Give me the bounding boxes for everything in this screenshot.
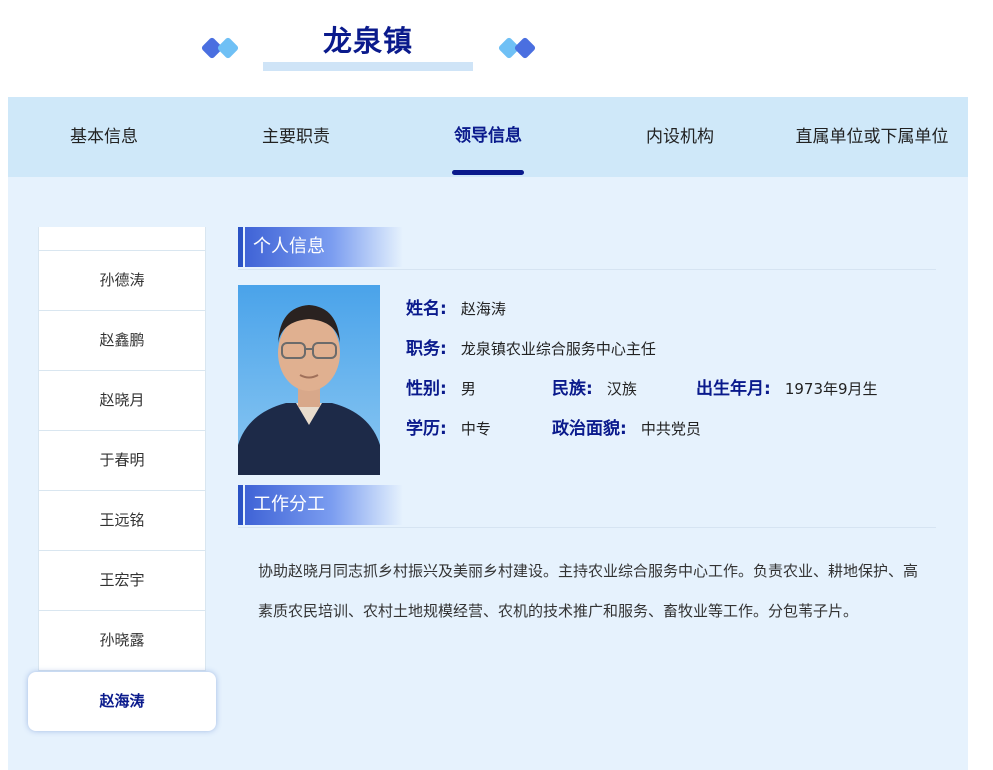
info-position-row: 职务: 龙泉镇农业综合服务中心主任: [406, 334, 656, 359]
birth-label: 出生年月:: [696, 379, 771, 399]
personal-info-header: 个人信息: [238, 227, 936, 270]
section-accent-bar: [238, 485, 243, 525]
leader-item[interactable]: 孙德涛: [38, 251, 206, 311]
gender-label: 性别:: [406, 379, 447, 399]
nav-tabs: 基本信息 主要职责 领导信息 内设机构 直属单位或下属单位: [8, 97, 968, 177]
leader-item[interactable]: 于春明: [38, 431, 206, 491]
ethnicity-value: 汉族: [606, 380, 637, 398]
decor-diamonds-right-icon: [495, 36, 543, 63]
gender-value: 男: [460, 380, 476, 398]
info-education-row: 学历: 中专: [406, 414, 491, 439]
work-division-header: 工作分工: [238, 485, 936, 528]
portrait-image: [238, 285, 380, 475]
tab-leader-info[interactable]: 领导信息: [392, 97, 584, 177]
leader-item-active[interactable]: 赵海涛: [28, 672, 216, 731]
ethnicity-label: 民族:: [552, 379, 593, 399]
list-scroll-top: [38, 227, 206, 251]
info-birth-row: 出生年月: 1973年9月生: [696, 374, 878, 399]
active-tab-indicator: [452, 170, 524, 175]
page-title: 龙泉镇: [322, 24, 413, 58]
leader-list: 孙德涛 赵鑫鹏 赵晓月 于春明 王远铭 王宏宇 孙晓露 赵海涛: [28, 227, 216, 731]
info-political-row: 政治面貌: 中共党员: [552, 414, 701, 439]
title-underline: [263, 62, 473, 71]
political-value: 中共党员: [640, 420, 701, 438]
leader-item[interactable]: 赵鑫鹏: [38, 311, 206, 371]
leader-item[interactable]: 王远铭: [38, 491, 206, 551]
birth-value: 1973年9月生: [784, 380, 878, 398]
work-description: 协助赵晓月同志抓乡村振兴及美丽乡村建设。主持农业综合服务中心工作。负责农业、耕地…: [258, 562, 919, 620]
tab-basic-info[interactable]: 基本信息: [8, 97, 200, 177]
tab-label: 基本信息: [70, 127, 138, 147]
leader-photo: [238, 285, 380, 475]
info-ethnicity-row: 民族: 汉族: [552, 374, 637, 399]
education-label: 学历:: [406, 419, 447, 439]
info-name-row: 姓名: 赵海涛: [406, 294, 506, 319]
tab-label: 内设机构: [646, 127, 714, 147]
position-label: 职务:: [406, 339, 447, 359]
tab-main-duties[interactable]: 主要职责: [200, 97, 392, 177]
name-label: 姓名:: [406, 299, 447, 319]
position-value: 龙泉镇农业综合服务中心主任: [460, 340, 656, 358]
tab-label: 直属单位或下属单位: [795, 127, 949, 147]
leader-item[interactable]: 赵晓月: [38, 371, 206, 431]
tab-subordinate-units[interactable]: 直属单位或下属单位: [776, 97, 968, 177]
tab-label: 领导信息: [454, 126, 522, 146]
political-label: 政治面貌:: [552, 419, 627, 439]
page-header: 龙泉镇: [0, 0, 993, 97]
info-gender-row: 性别: 男: [406, 374, 476, 399]
tab-internal-departments[interactable]: 内设机构: [584, 97, 776, 177]
education-value: 中专: [460, 420, 491, 438]
section-accent-bar: [238, 227, 243, 267]
decor-diamonds-left-icon: [198, 36, 246, 63]
name-value: 赵海涛: [460, 300, 506, 318]
tab-label: 主要职责: [262, 127, 330, 147]
section-title: 个人信息: [245, 227, 403, 267]
section-title: 工作分工: [245, 485, 403, 525]
leader-item[interactable]: 王宏宇: [38, 551, 206, 611]
leader-item[interactable]: 孙晓露: [38, 611, 206, 671]
